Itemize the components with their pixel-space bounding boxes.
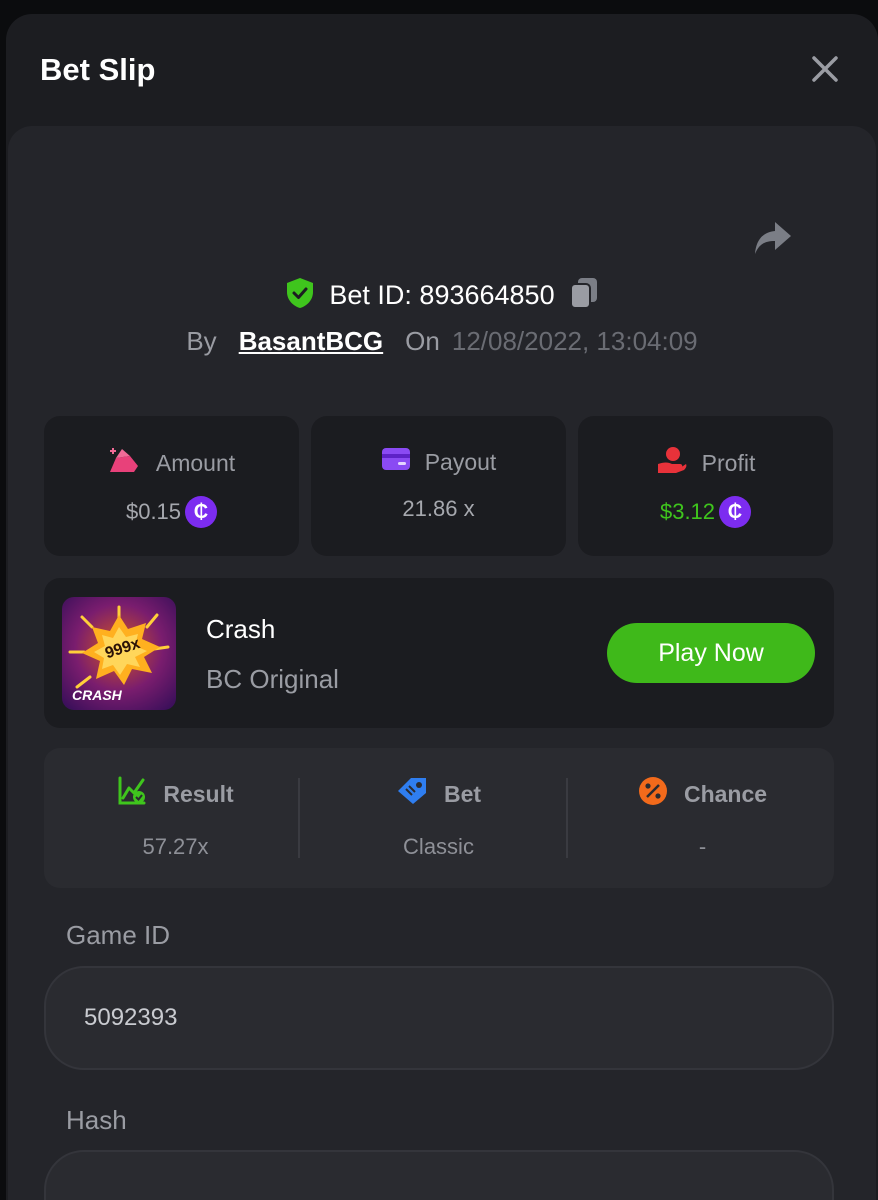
game-provider: BC Original	[206, 664, 339, 694]
chance-column: Chance -	[571, 748, 834, 888]
coin-icon: ₵	[719, 496, 752, 528]
coin-icon: ₵	[185, 496, 218, 528]
bet-type-column: Bet Classic	[307, 748, 570, 888]
share-icon[interactable]	[751, 218, 795, 258]
copy-icon[interactable]	[569, 276, 599, 315]
result-column: Result 57.27x	[44, 748, 307, 888]
result-label: Result	[163, 780, 234, 807]
chance-label: Chance	[683, 780, 768, 807]
play-now-button[interactable]: Play Now	[607, 623, 815, 683]
bet-tag-icon	[396, 776, 428, 812]
profit-card: Profit $3.12 ₵	[578, 416, 833, 556]
crash-game-thumbnail[interactable]: 999x CRASH	[62, 597, 176, 710]
payout-icon	[381, 446, 411, 478]
result-chart-icon	[117, 776, 147, 812]
profit-value: $3.12	[659, 499, 716, 524]
amount-value: $0.15	[125, 499, 182, 524]
amount-card: Amount $0.15 ₵	[44, 416, 299, 556]
bet-type-value: Classic	[403, 834, 474, 859]
result-card: Result 57.27x Bet Classic Chance -	[44, 748, 834, 888]
divider	[566, 778, 568, 858]
close-icon[interactable]	[810, 54, 840, 84]
profit-icon	[656, 446, 688, 480]
bet-meta-row: By BasantBCG On 12/08/2022, 13:04:09	[8, 326, 876, 357]
bet-slip-modal: Bet Slip Bet ID: 893664850 By BasantBCG …	[6, 14, 878, 1200]
thumb-title-text: CRASH	[72, 687, 123, 703]
chance-value: -	[698, 834, 707, 859]
divider	[298, 778, 300, 858]
bet-id: Bet ID: 893664850	[329, 280, 555, 310]
hash-label: Hash	[66, 1105, 127, 1135]
percent-icon	[638, 776, 668, 812]
result-value: 57.27x	[142, 834, 209, 859]
game-card: 999x CRASH Crash BC Original Play Now	[44, 578, 834, 728]
hash-field[interactable]: 239e659d78f5fc6cf8503b7e08f5380610e40301…	[44, 1150, 834, 1200]
amount-label: Amount	[155, 449, 236, 476]
by-label: By	[186, 326, 217, 356]
modal-title: Bet Slip	[40, 52, 156, 87]
verified-shield-icon	[285, 277, 315, 314]
bet-type-label: Bet	[443, 780, 482, 807]
game-name: Crash	[206, 614, 276, 644]
modal-header: Bet Slip	[6, 14, 878, 126]
profit-label: Profit	[701, 449, 756, 476]
bet-date: 12/08/2022, 13:04:09	[451, 326, 698, 356]
on-label: On	[405, 326, 440, 356]
payout-value: 21.86 x	[402, 496, 475, 521]
payout-card: Payout 21.86 x	[311, 416, 566, 556]
game-id-field[interactable]: 5092393	[44, 966, 834, 1070]
payout-label: Payout	[424, 448, 497, 475]
bet-detail-panel: Bet ID: 893664850 By BasantBCG On 12/08/…	[8, 126, 876, 1200]
bet-id-row: Bet ID: 893664850	[8, 276, 876, 315]
amount-icon	[108, 446, 142, 480]
username-link[interactable]: BasantBCG	[239, 326, 383, 357]
game-id-label: Game ID	[66, 920, 171, 950]
